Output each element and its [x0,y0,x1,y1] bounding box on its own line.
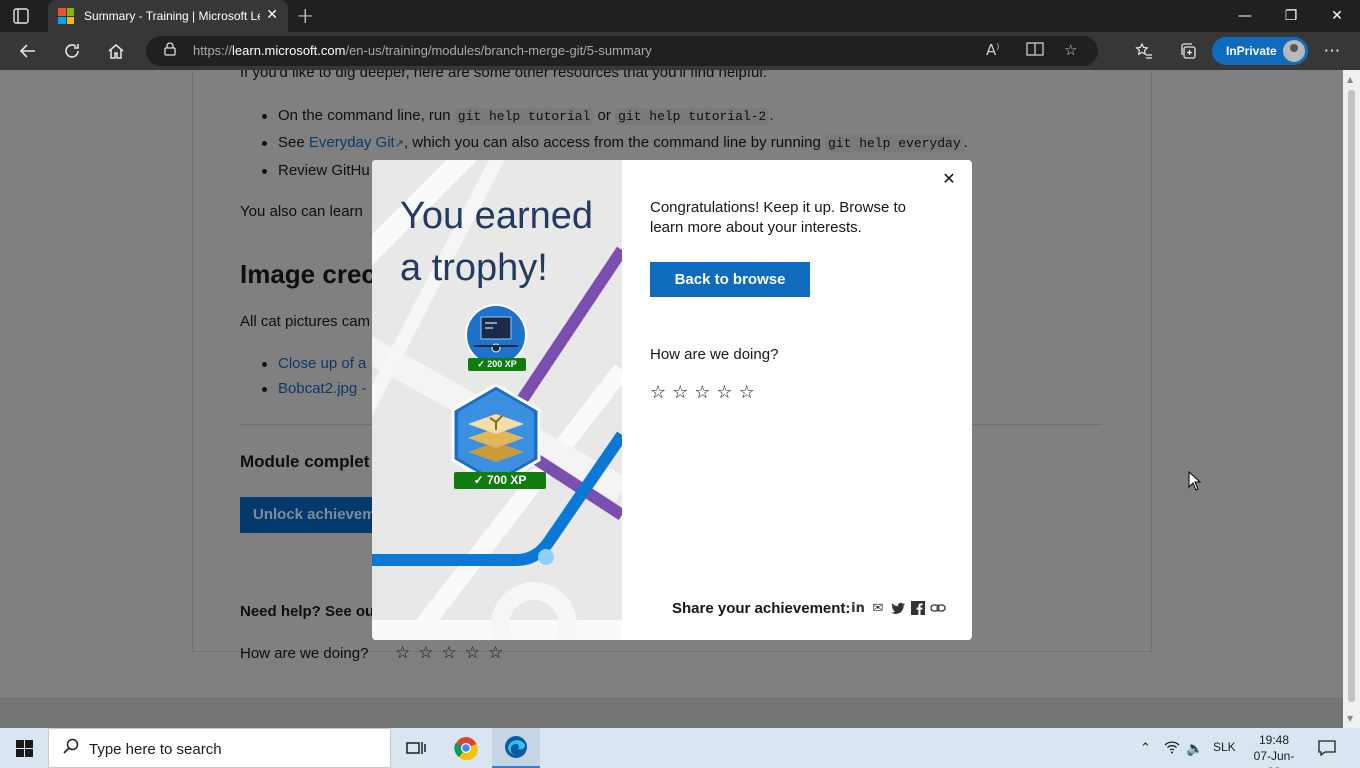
star-icon[interactable]: ☆ [650,382,666,403]
share-label: Share your achievement: [672,600,851,617]
check-icon: ✓ [477,359,488,369]
bullet-review-github: Review GitHu [278,162,370,179]
page-rating-stars: ☆ ☆ ☆ ☆ ☆ [395,643,503,663]
clock[interactable]: 19:48 07-Jun-23 [1250,732,1298,768]
page-feedback-label: How are we doing? [240,645,369,662]
close-window-button[interactable]: ✕ [1314,0,1360,32]
star-icon[interactable]: ☆ [418,643,433,663]
volume-icon[interactable]: 🔈 [1186,740,1203,757]
more-menu-icon[interactable]: ⋯ [1321,40,1343,62]
refresh-icon[interactable] [61,40,83,62]
also-learn-text: You also can learn [240,203,363,220]
trophy-heading: You earned a trophy! [400,195,594,289]
task-view-icon[interactable] [392,728,440,768]
bullet-everyday-git: See Everyday Git↗, which you can also ac… [278,134,968,152]
star-icon[interactable]: ☆ [716,382,732,403]
intro-text: If you'd like to dig deeper, here are so… [240,70,767,81]
chrome-icon[interactable] [442,728,490,768]
microsoft-logo-icon [58,8,74,24]
bullet-dot [262,141,267,146]
show-hidden-icons-icon[interactable]: ⌃ [1140,740,1151,756]
lock-icon[interactable] [164,42,176,60]
favorite-star-icon[interactable]: ☆ [1064,41,1077,59]
credit-link-bobcat[interactable]: Bobcat2.jpg - [278,380,366,397]
xp-badge-200: ✓ 200 XP [468,358,526,371]
xp-badge-700: ✓ 700 XP [454,472,546,489]
collections-icon[interactable] [1177,40,1199,62]
search-icon [63,738,79,758]
home-icon[interactable] [105,40,127,62]
bullet-dot [262,114,267,119]
scroll-up-icon[interactable]: ▲ [1347,75,1353,84]
keyboard-indicator[interactable]: SLK [1213,740,1236,754]
edge-icon[interactable] [492,728,540,768]
need-help-text: Need help? See ou [240,603,375,620]
immersive-reader-icon[interactable] [1026,41,1044,61]
page-scrollbar[interactable]: ▲ ▼ [1343,70,1360,728]
tab-strip: Summary - Training | Microsoft Learn ✕ +… [0,0,1360,32]
favorites-icon[interactable] [1133,40,1155,62]
clock-time: 19:48 [1258,733,1290,747]
trophy-dialog: You earned a trophy! ✓ 200 XP ✓ 700 XP ✕… [372,160,972,640]
mouse-cursor-icon [1188,471,1202,491]
search-placeholder: Type here to search [89,741,222,758]
clock-date: 07-Jun-23 [1253,749,1295,768]
read-aloud-icon[interactable]: A) [986,41,999,59]
bullet-dot [262,387,267,392]
notifications-icon[interactable] [1318,740,1336,759]
cat-pictures-text: All cat pictures cam [240,313,371,330]
back-to-browse-button[interactable]: Back to browse [650,262,810,297]
restore-button[interactable]: ❐ [1268,0,1314,32]
network-icon[interactable] [1164,740,1180,757]
facebook-icon[interactable] [910,600,926,616]
star-icon[interactable]: ☆ [672,382,688,403]
everyday-git-link[interactable]: Everyday Git [309,134,395,151]
modal-rating-stars: ☆ ☆ ☆ ☆ ☆ [650,382,755,403]
modal-feedback-label: How are we doing? [650,346,779,363]
external-link-icon: ↗ [394,138,404,150]
taskbar: Type here to search ⌃ 🔈 SLK 19:48 07-Jun… [0,728,1360,768]
scroll-down-icon[interactable]: ▼ [1347,714,1353,723]
check-icon: ✓ [473,473,487,487]
tab-close-icon[interactable]: ✕ [266,7,278,23]
taskbar-search-box[interactable]: Type here to search [48,728,391,768]
url-text[interactable]: https://learn.microsoft.com/en-us/traini… [193,43,652,58]
congrats-message: Congratulations! Keep it up. Browse to l… [650,199,906,236]
tab-title: Summary - Training | Microsoft Learn [84,9,260,23]
star-icon[interactable]: ☆ [395,643,410,663]
tab-actions-icon[interactable] [12,7,30,25]
module-complete-heading: Module complet [240,452,370,471]
address-bar[interactable]: https://learn.microsoft.com/en-us/traini… [146,36,1098,66]
browser-toolbar: https://learn.microsoft.com/en-us/traini… [0,32,1360,70]
close-icon[interactable]: ✕ [938,168,960,190]
email-icon[interactable]: ✉ [870,600,886,616]
bullet-git-help: On the command line, run git help tutori… [278,107,774,125]
star-icon[interactable]: ☆ [442,643,457,663]
new-tab-button[interactable]: + [296,4,314,29]
twitter-icon[interactable] [890,600,906,616]
credit-link-closeup[interactable]: Close up of a [278,355,366,372]
back-icon[interactable] [17,40,39,62]
star-icon[interactable]: ☆ [488,643,503,663]
browser-tab-active[interactable]: Summary - Training | Microsoft Learn ✕ [48,0,288,32]
share-icons: in ✉ [850,600,946,616]
linkedin-icon[interactable]: in [850,600,866,616]
bullet-dot [262,169,267,174]
star-icon[interactable]: ☆ [694,382,710,403]
link-icon[interactable] [930,600,946,616]
windows-start-icon[interactable] [16,740,33,757]
minimize-button[interactable]: — [1222,0,1268,32]
image-credits-heading: Image crec [240,259,376,289]
trophy-illustration: You earned a trophy! ✓ 200 XP ✓ 700 XP [372,160,622,640]
scrollbar-thumb[interactable] [1348,90,1355,702]
star-icon[interactable]: ☆ [465,643,480,663]
star-icon[interactable]: ☆ [739,382,755,403]
profile-avatar[interactable] [1283,40,1305,62]
bullet-dot [262,362,267,367]
unlock-achievement-button[interactable]: Unlock achievem [240,497,380,533]
page-footer [0,698,1343,728]
inprivate-badge[interactable]: InPrivate [1212,37,1308,65]
